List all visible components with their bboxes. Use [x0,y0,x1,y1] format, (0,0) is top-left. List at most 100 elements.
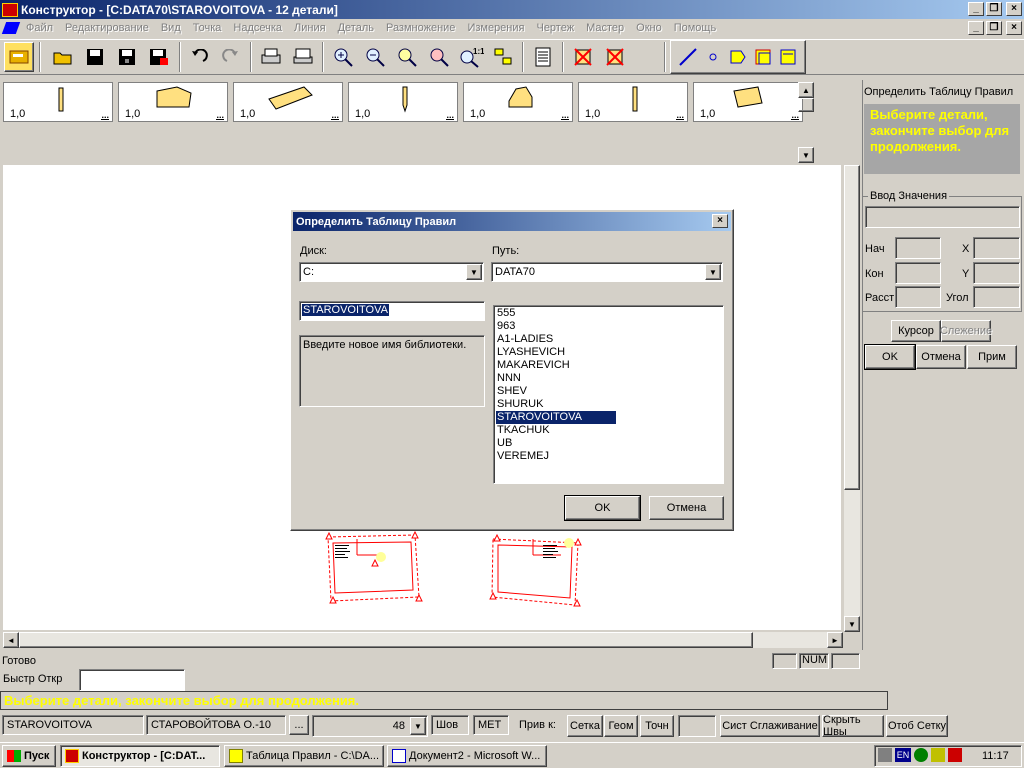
notch-icon[interactable] [773,42,803,72]
dialog-ok-button[interactable]: OK [564,495,641,521]
piece-more-button[interactable]: ... [216,111,224,120]
plot-icon[interactable] [288,42,318,72]
close-button[interactable]: × [1006,2,1022,16]
task-constructor[interactable]: Конструктор - [C:DAT... [60,745,220,767]
list-item[interactable]: LYASHEVICH [496,346,616,359]
doc-restore-button[interactable]: ❐ [986,21,1002,35]
list-item[interactable]: SHURUK [496,398,616,411]
zoom-1to1-icon[interactable]: 1:1 [456,42,486,72]
piece-more-button[interactable]: ... [446,111,454,120]
piece-more-button[interactable]: ... [561,111,569,120]
piece-more-button[interactable]: ... [676,111,684,120]
zoom-all-icon[interactable] [424,42,454,72]
menu-item[interactable]: Линия [288,22,332,34]
snap-grid-button[interactable]: Сетка [567,715,603,737]
piece-thumbnail[interactable]: 1,0... [578,82,688,122]
horizontal-scroll-thumb[interactable] [19,632,753,648]
disk-combo[interactable]: C: ▼ [299,262,484,282]
scroll-right-button[interactable]: ► [827,632,843,648]
library-name-input[interactable]: STAROVOITOVA [299,301,485,321]
menu-item[interactable]: Окно [630,22,668,34]
more-button[interactable]: ... [289,715,309,735]
dialog-close-button[interactable]: × [712,214,728,228]
dist-field[interactable] [895,286,941,308]
speaker-icon[interactable] [878,748,892,762]
menu-item[interactable]: Деталь [332,22,380,34]
menu-item[interactable]: Точка [187,22,228,34]
snap-geom-button[interactable]: Геом [604,715,638,737]
print-icon[interactable] [256,42,286,72]
minimize-button[interactable]: _ [968,2,984,16]
panel-apply-button[interactable]: Прим [967,345,1017,369]
menu-item[interactable]: Мастер [580,22,630,34]
piece-more-button[interactable]: ... [331,111,339,120]
panel-ok-button[interactable]: OK [864,344,916,370]
end-field[interactable] [895,262,941,284]
list-item[interactable]: 963 [496,320,616,333]
value-input[interactable] [865,206,1020,228]
list-item[interactable]: 555 [496,307,616,320]
menu-item[interactable]: Измерения [461,22,530,34]
vertical-scroll-thumb[interactable] [844,165,860,490]
piece-more-button[interactable]: ... [101,111,109,120]
start-button[interactable]: Пуск [2,745,56,767]
tray-app2-icon[interactable] [948,748,962,762]
save-all-icon[interactable] [112,42,142,72]
list-item[interactable]: A1-LADIES [496,333,616,346]
piece-thumbnail[interactable]: 1,0... [118,82,228,122]
scroll-down-button[interactable]: ▼ [844,616,860,632]
list-item[interactable]: NNN [496,372,616,385]
scroll-left-button[interactable]: ◄ [3,632,19,648]
zoom-in-icon[interactable] [328,42,358,72]
piece-thumbnail[interactable]: 1,0... [3,82,113,122]
library-list[interactable]: 555 963 A1-LADIES LYASHEVICH MAKAREVICH NNN SH… [493,305,724,484]
list-item[interactable]: STAROVOITOVA [496,411,616,424]
list-item[interactable]: VEREMEJ [496,450,616,463]
doc-close-button[interactable]: × [1006,21,1022,35]
size-dropdown-arrow[interactable]: ▼ [410,717,426,735]
disk-dropdown-arrow[interactable]: ▼ [466,264,482,280]
menu-item[interactable]: Помощь [668,22,723,34]
task-word[interactable]: Документ2 - Microsoft W... [387,745,547,767]
open-icon[interactable] [48,42,78,72]
angle-field[interactable] [973,286,1020,308]
hide-seam-button[interactable]: Скрыть Швы [822,714,884,738]
dialog-cancel-button[interactable]: Отмена [649,496,724,520]
export-icon[interactable] [144,42,174,72]
delete-point-icon[interactable] [568,42,598,72]
piece-more-button[interactable]: ... [791,111,799,120]
list-item[interactable]: TKACHUK [496,424,616,437]
quick-open-input[interactable] [79,669,185,691]
arrange-icon[interactable] [488,42,518,72]
rules-table-icon[interactable] [528,42,558,72]
menu-item[interactable]: Надсечка [227,22,288,34]
list-item[interactable]: SHEV [496,385,616,398]
save-icon[interactable] [80,42,110,72]
menu-item[interactable]: Вид [155,22,187,34]
size-combo[interactable]: 48 ▼ [312,715,428,737]
app-icon[interactable] [2,2,18,17]
smoothing-button[interactable]: Сист Сглаживание [720,715,820,737]
x-field[interactable] [973,237,1020,259]
undo-icon[interactable] [184,42,214,72]
piece-thumbnail[interactable]: 1,0... [233,82,343,122]
menu-item[interactable]: Чертеж [530,22,580,34]
doc-minimize-button[interactable]: _ [968,21,984,35]
zoom-out-icon[interactable] [360,42,390,72]
doc-icon[interactable] [1,22,21,34]
menu-item[interactable]: Редактирование [59,22,155,34]
y-field[interactable] [973,262,1020,284]
strip-scroll-thumb[interactable] [798,98,814,112]
task-rules-table[interactable]: Таблица Правил - C:\DA... [224,745,384,767]
delete-piece-icon[interactable] [600,42,630,72]
piece-thumbnail[interactable]: 1,0... [463,82,573,122]
piece-thumbnail[interactable]: 1,0... [348,82,458,122]
zoom-window-icon[interactable] [392,42,422,72]
start-field[interactable] [895,237,941,259]
path-combo[interactable]: DATA70 ▼ [491,262,723,282]
tray-app-icon[interactable] [931,748,945,762]
piece-library-icon[interactable] [4,42,34,72]
panel-cancel-button[interactable]: Отмена [916,345,966,369]
network-icon[interactable] [914,748,928,762]
strip-scroll-down[interactable]: ▼ [798,147,814,163]
